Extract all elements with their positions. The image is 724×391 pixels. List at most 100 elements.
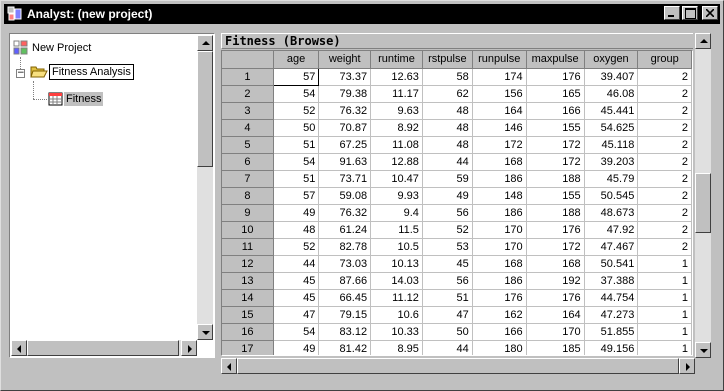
cell-rstpulse[interactable]: 47	[422, 306, 473, 324]
cell-oxygen[interactable]: 44.754	[584, 289, 639, 307]
cell-age[interactable]: 49	[273, 204, 320, 222]
cell-age[interactable]: 52	[273, 238, 320, 256]
column-header-rstpulse[interactable]: rstpulse	[422, 51, 473, 69]
table-row[interactable]: 4 50 70.87 8.92 48 146 155 54.625 2	[222, 119, 692, 137]
table-row[interactable]: 9 49 76.32 9.4 56 186 188 48.673 2	[222, 204, 692, 222]
row-header[interactable]: 5	[222, 136, 274, 154]
column-header-runtime[interactable]: runtime	[370, 51, 423, 69]
table-row[interactable]: 11 52 82.78 10.5 53 170 172 47.467 2	[222, 238, 692, 256]
cell-weight[interactable]: 61.24	[318, 221, 372, 239]
cell-weight[interactable]: 59.08	[318, 187, 372, 205]
table-row[interactable]: 12 44 73.03 10.13 45 168 168 50.541 1	[222, 255, 692, 273]
cell-oxygen[interactable]: 47.467	[584, 238, 639, 256]
cell-weight[interactable]: 76.32	[318, 204, 372, 222]
cell-oxygen[interactable]: 48.673	[584, 204, 639, 222]
cell-oxygen[interactable]: 46.08	[584, 85, 639, 103]
row-header[interactable]: 16	[222, 323, 274, 341]
cell-group[interactable]: 2	[637, 85, 692, 103]
cell-runtime[interactable]: 10.13	[370, 255, 423, 273]
browse-scroll-thumb[interactable]	[695, 173, 711, 233]
cell-age[interactable]: 51	[273, 170, 320, 188]
cell-runtime[interactable]: 9.63	[370, 102, 423, 120]
table-row[interactable]: 16 54 83.12 10.33 50 166 170 51.855 1	[222, 323, 692, 341]
cell-runtime[interactable]: 11.17	[370, 85, 423, 103]
cell-group[interactable]: 2	[637, 238, 692, 256]
cell-runtime[interactable]: 10.5	[370, 238, 423, 256]
project-tree[interactable]: New Project − Fitness Analysis Fitness	[9, 33, 215, 358]
table-row[interactable]: 8 57 59.08 9.93 49 148 155 50.545 2	[222, 187, 692, 205]
cell-age[interactable]: 54	[273, 153, 320, 171]
column-header-runpulse[interactable]: runpulse	[472, 51, 527, 69]
maximize-button[interactable]	[682, 6, 698, 20]
cell-weight[interactable]: 82.78	[318, 238, 372, 256]
cell-runtime[interactable]: 10.33	[370, 323, 423, 341]
cell-runtime[interactable]: 10.47	[370, 170, 423, 188]
cell-runtime[interactable]: 9.93	[370, 187, 423, 205]
cell-oxygen[interactable]: 45.79	[584, 170, 639, 188]
cell-runpulse[interactable]: 164	[472, 102, 527, 120]
cell-rstpulse[interactable]: 51	[422, 289, 473, 307]
cell-group[interactable]: 2	[637, 119, 692, 137]
cell-age[interactable]: 49	[273, 340, 320, 355]
cell-rstpulse[interactable]: 44	[422, 153, 473, 171]
cell-weight[interactable]: 81.42	[318, 340, 372, 355]
cell-group[interactable]: 2	[637, 153, 692, 171]
cell-runpulse[interactable]: 156	[472, 85, 527, 103]
cell-runtime[interactable]: 8.92	[370, 119, 423, 137]
cell-rstpulse[interactable]: 50	[422, 323, 473, 341]
tree-horizontal-scrollbar[interactable]	[11, 340, 197, 356]
cell-maxpulse[interactable]: 164	[526, 306, 585, 324]
row-header[interactable]: 11	[222, 238, 274, 256]
table-row[interactable]: 14 45 66.45 11.12 51 176 176 44.754 1	[222, 289, 692, 307]
cell-group[interactable]: 2	[637, 170, 692, 188]
table-row[interactable]: 17 49 81.42 8.95 44 180 185 49.156 1	[222, 340, 692, 355]
cell-weight[interactable]: 66.45	[318, 289, 372, 307]
cell-runtime[interactable]: 11.5	[370, 221, 423, 239]
cell-group[interactable]: 2	[637, 204, 692, 222]
cell-runpulse[interactable]: 174	[472, 68, 527, 86]
row-header[interactable]: 2	[222, 85, 274, 103]
cell-runpulse[interactable]: 166	[472, 323, 527, 341]
tree-scroll-down-button[interactable]	[197, 324, 213, 340]
cell-rstpulse[interactable]: 59	[422, 170, 473, 188]
cell-rstpulse[interactable]: 48	[422, 102, 473, 120]
row-header[interactable]: 13	[222, 272, 274, 290]
column-header-group[interactable]: group	[637, 51, 692, 69]
cell-rstpulse[interactable]: 45	[422, 255, 473, 273]
cell-age[interactable]: 54	[273, 85, 320, 103]
cell-group[interactable]: 2	[637, 187, 692, 205]
row-header[interactable]: 12	[222, 255, 274, 273]
row-header[interactable]: 8	[222, 187, 274, 205]
cell-oxygen[interactable]: 50.541	[584, 255, 639, 273]
cell-runtime[interactable]: 12.63	[370, 68, 423, 86]
close-button[interactable]	[702, 6, 718, 20]
cell-group[interactable]: 1	[637, 340, 692, 355]
browse-hscroll-thumb[interactable]	[237, 358, 679, 374]
tree-item-new-project[interactable]: New Project	[13, 40, 93, 56]
cell-maxpulse[interactable]: 170	[526, 323, 585, 341]
row-header[interactable]: 14	[222, 289, 274, 307]
cell-runpulse[interactable]: 168	[472, 255, 527, 273]
cell-runpulse[interactable]: 148	[472, 187, 527, 205]
cell-age[interactable]: 44	[273, 255, 320, 273]
cell-runpulse[interactable]: 176	[472, 289, 527, 307]
cell-age[interactable]: 54	[273, 323, 320, 341]
cell-weight[interactable]: 79.15	[318, 306, 372, 324]
cell-weight[interactable]: 67.25	[318, 136, 372, 154]
row-header[interactable]: 10	[222, 221, 274, 239]
cell-oxygen[interactable]: 49.156	[584, 340, 639, 355]
cell-rstpulse[interactable]: 44	[422, 340, 473, 355]
cell-weight[interactable]: 70.87	[318, 119, 372, 137]
table-row[interactable]: 13 45 87.66 14.03 56 186 192 37.388 1	[222, 272, 692, 290]
cell-group[interactable]: 2	[637, 68, 692, 86]
tree-scroll-thumb[interactable]	[197, 51, 213, 167]
cell-maxpulse[interactable]: 168	[526, 255, 585, 273]
cell-maxpulse[interactable]: 172	[526, 136, 585, 154]
cell-runpulse[interactable]: 186	[472, 204, 527, 222]
cell-group[interactable]: 2	[637, 102, 692, 120]
cell-runpulse[interactable]: 186	[472, 170, 527, 188]
cell-maxpulse[interactable]: 185	[526, 340, 585, 355]
cell-age[interactable]: 57	[272, 67, 320, 86]
cell-rstpulse[interactable]: 58	[422, 68, 473, 86]
row-header[interactable]: 9	[222, 204, 274, 222]
